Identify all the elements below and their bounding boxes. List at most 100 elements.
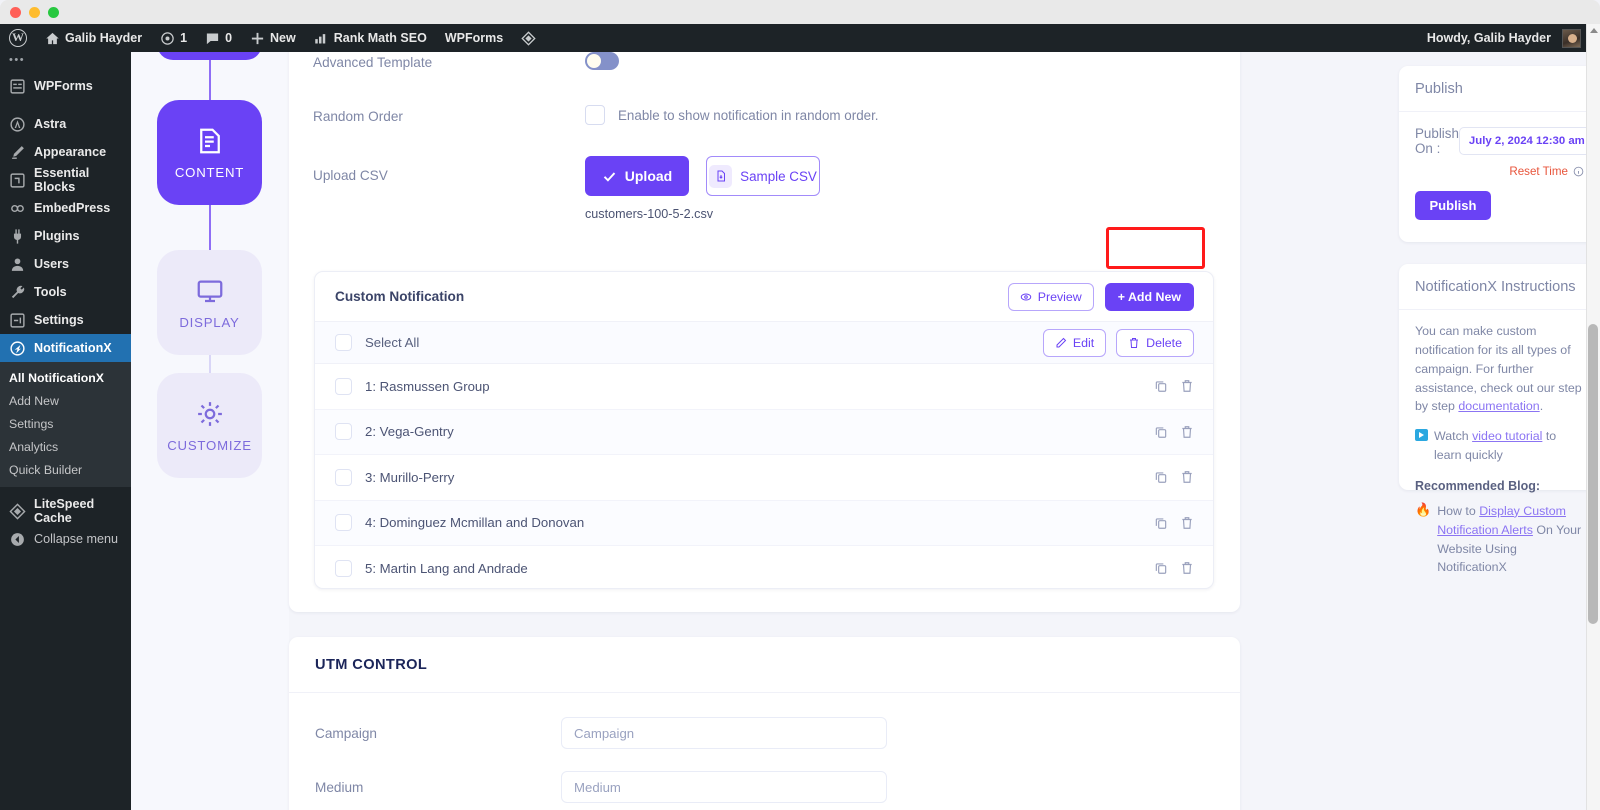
utm-medium-input[interactable]: Medium	[561, 771, 887, 803]
howdy-menu[interactable]: Howdy, Galib Hayder	[1418, 24, 1600, 52]
utm-campaign-row: Campaign Campaign	[289, 693, 1240, 749]
right-sidebar-column: Publish Publish On : July 2, 2024 12:30 …	[1399, 52, 1600, 810]
submenu-item-analytics[interactable]: Analytics	[0, 435, 131, 458]
sidebar-item-essential-blocks[interactable]: Essential Blocks	[0, 166, 131, 194]
submenu-item-add-new[interactable]: Add New	[0, 389, 131, 412]
utm-control-title: UTM CONTROL	[315, 656, 428, 673]
publish-button[interactable]: Publish	[1415, 191, 1491, 220]
submenu-item-all-notificationx[interactable]: All NotificationX	[0, 366, 131, 389]
litespeed-menu[interactable]	[512, 24, 545, 52]
video-icon	[1415, 429, 1428, 442]
preview-button[interactable]: Preview	[1007, 282, 1094, 311]
sidebar-item-appearance[interactable]: Appearance	[0, 138, 131, 166]
astra-icon	[10, 116, 25, 132]
new-content-menu[interactable]: New	[241, 24, 305, 52]
reset-time-link[interactable]: Reset Time	[1509, 165, 1568, 178]
select-all-checkbox[interactable]	[335, 334, 352, 351]
table-row[interactable]: 1: Rasmussen Group	[315, 364, 1213, 410]
video-tutorial-link[interactable]: video tutorial	[1472, 429, 1542, 443]
row-label: 4: Dominguez Mcmillan and Donovan	[365, 515, 585, 531]
random-order-checkbox[interactable]	[585, 105, 605, 125]
sidebar-item-embedpress[interactable]: EmbedPress	[0, 194, 131, 222]
row-checkbox[interactable]	[335, 423, 352, 441]
notificationx-editor-page: CONTENT DISPLAY CUSTOMIZE Advanced Templ…	[131, 52, 1600, 810]
updates-menu[interactable]: 1	[151, 24, 196, 52]
row-checkbox[interactable]	[335, 377, 352, 395]
documentation-link[interactable]: documentation	[1458, 399, 1539, 413]
sidebar-item-label: Plugins	[34, 229, 80, 243]
wp-admin-sidebar: ••• WPForms Astra Appearance Essential B…	[0, 52, 131, 810]
trash-icon[interactable]	[1180, 425, 1194, 439]
sidebar-item-wpforms[interactable]: WPForms	[0, 72, 131, 100]
duplicate-icon[interactable]	[1154, 470, 1168, 484]
custom-notification-header: Custom Notification Preview + Add New	[315, 272, 1213, 322]
wordpress-logo-menu[interactable]: W	[0, 24, 36, 52]
pencil-icon	[1056, 337, 1067, 347]
sample-csv-button[interactable]: Sample CSV	[706, 156, 820, 196]
sidebar-item-settings[interactable]: Settings	[0, 306, 131, 334]
content-settings-card: Advanced Template Random Order Enable to…	[289, 52, 1240, 612]
comments-menu[interactable]: 0	[196, 24, 241, 52]
duplicate-icon[interactable]	[1154, 516, 1168, 530]
edit-button[interactable]: Edit	[1042, 328, 1107, 357]
trash-icon[interactable]	[1180, 379, 1194, 393]
info-icon[interactable]	[1573, 166, 1584, 177]
sidebar-item-label: Essential Blocks	[34, 166, 90, 194]
step-customize[interactable]: CUSTOMIZE	[157, 373, 262, 478]
wpforms-icon	[10, 78, 25, 94]
rail-connector-2	[209, 205, 211, 250]
sidebar-item-litespeed-cache[interactable]: LiteSpeed Cache	[0, 497, 131, 525]
duplicate-icon[interactable]	[1154, 379, 1168, 393]
advanced-template-row: Advanced Template	[313, 52, 1213, 70]
row-actions	[1154, 470, 1194, 484]
submenu-item-quick-builder[interactable]: Quick Builder	[0, 458, 131, 481]
submenu-item-settings[interactable]: Settings	[0, 412, 131, 435]
sidebar-item-label: Users	[34, 257, 70, 271]
row-checkbox[interactable]	[335, 468, 352, 486]
wpforms-menu[interactable]: WPForms	[436, 24, 512, 52]
row-checkbox[interactable]	[335, 559, 352, 577]
sidebar-item-astra[interactable]: Astra	[0, 110, 131, 138]
new-label: New	[270, 31, 296, 45]
utm-medium-row: Medium Medium	[289, 749, 1240, 803]
sidebar-item-tools[interactable]: Tools	[0, 278, 131, 306]
sidebar-item-plugins[interactable]: Plugins	[0, 222, 131, 250]
scroll-up-arrow[interactable]	[1590, 28, 1598, 33]
trash-icon[interactable]	[1180, 516, 1194, 530]
vertical-scrollbar-track[interactable]	[1586, 24, 1600, 810]
rank-math-menu[interactable]: Rank Math SEO	[305, 24, 436, 52]
utm-medium-label: Medium	[315, 779, 364, 795]
step-previous-partial[interactable]	[157, 52, 262, 60]
upload-button[interactable]: Upload	[585, 156, 689, 196]
step-display[interactable]: DISPLAY	[157, 250, 262, 355]
add-new-button[interactable]: + Add New	[1104, 282, 1194, 311]
publish-on-date-field[interactable]: July 2, 2024 12:30 am	[1458, 127, 1595, 155]
sidebar-separator	[0, 100, 131, 110]
duplicate-icon[interactable]	[1154, 561, 1168, 575]
trash-icon[interactable]	[1180, 470, 1194, 484]
upload-button-label: Upload	[624, 168, 673, 184]
table-row[interactable]: 3: Murillo-Perry	[315, 455, 1213, 501]
window-minimize-button[interactable]	[29, 6, 40, 18]
sidebar-item-notificationx[interactable]: NotificationX	[0, 334, 131, 362]
delete-button-label: Delete	[1146, 335, 1182, 350]
sidebar-item-users[interactable]: Users	[0, 250, 131, 278]
site-name-menu[interactable]: Galib Hayder	[36, 24, 151, 52]
advanced-template-toggle[interactable]	[585, 52, 619, 70]
delete-button[interactable]: Delete	[1116, 328, 1194, 357]
row-checkbox[interactable]	[335, 514, 352, 532]
table-row[interactable]: 2: Vega-Gentry	[315, 409, 1213, 455]
duplicate-icon[interactable]	[1154, 425, 1168, 439]
table-row[interactable]: 4: Dominguez Mcmillan and Donovan	[315, 500, 1213, 546]
notification-rows: 1: Rasmussen Group 2: Vega-Gentry 3: Mur…	[315, 364, 1213, 588]
window-zoom-button[interactable]	[48, 6, 59, 18]
utm-campaign-input[interactable]: Campaign	[561, 717, 887, 749]
trash-icon[interactable]	[1180, 561, 1194, 575]
sidebar-item-collapse-menu[interactable]: Collapse menu	[0, 525, 131, 553]
step-content[interactable]: CONTENT	[157, 100, 262, 205]
table-row[interactable]: 5: Martin Lang and Andrade	[315, 546, 1213, 588]
publish-button-label: Publish	[1429, 198, 1477, 213]
publish-panel: Publish Publish On : July 2, 2024 12:30 …	[1399, 66, 1600, 242]
vertical-scrollbar-thumb[interactable]	[1588, 324, 1598, 624]
window-close-button[interactable]	[10, 6, 21, 18]
